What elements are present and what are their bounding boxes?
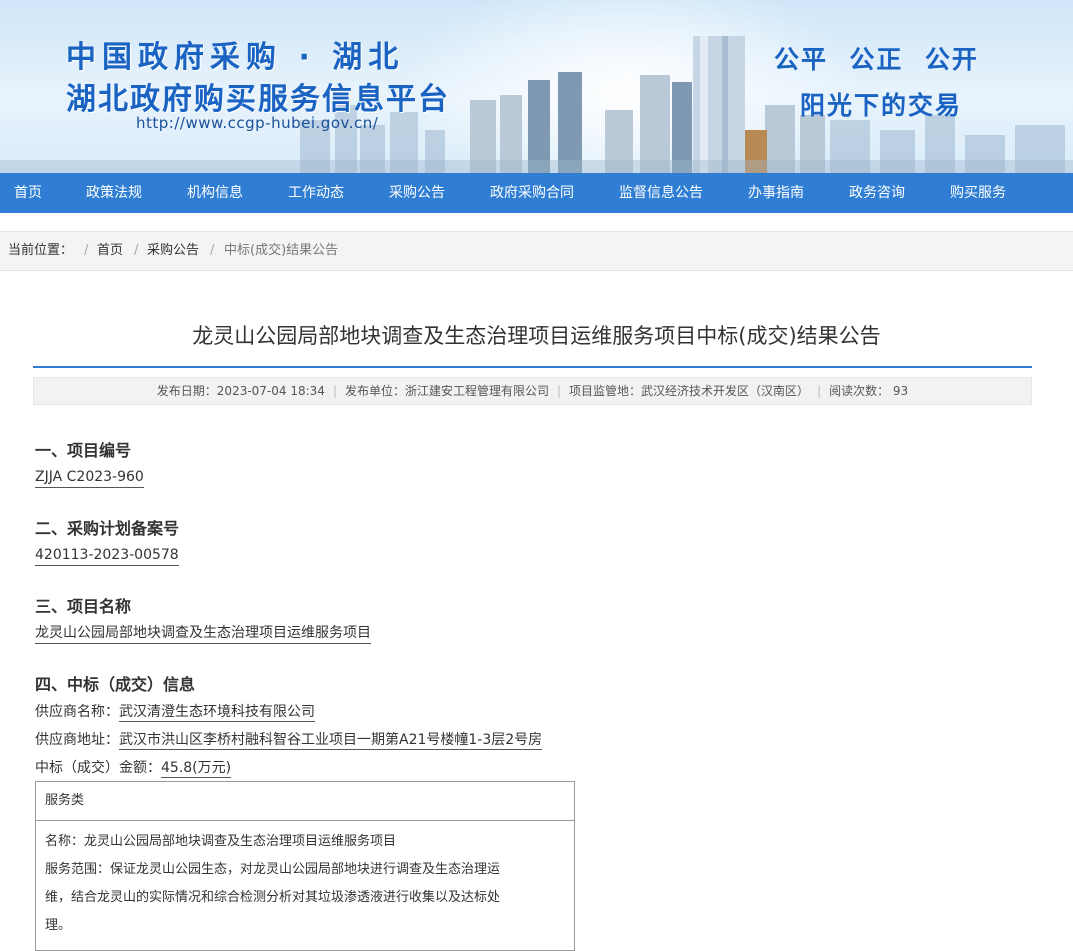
supplier-address-value: 武汉市洪山区李桥村融科智谷工业项目一期第A21号楼幢1-3层2号房 — [119, 732, 543, 750]
section-heading-award-info: 四、中标（成交）信息 — [35, 675, 196, 694]
section-heading-plan-number: 二、采购计划备案号 — [35, 519, 180, 538]
service-name: 名称：龙灵山公园局部地块调查及生态治理项目运维服务项目 — [45, 834, 397, 849]
award-amount-value: 45.8(万元) — [161, 760, 232, 778]
breadcrumb-item-current: 中标(成交)结果公告 — [224, 243, 339, 258]
nav-item-agency[interactable]: 机构信息 — [187, 173, 243, 213]
breadcrumb-label: 当前位置： — [8, 243, 74, 258]
breadcrumb: 当前位置： / 首页 / 采购公告 / 中标(成交)结果公告 — [0, 231, 1073, 271]
supplier-address-label: 供应商地址： — [35, 732, 119, 748]
banner-title-line2: 湖北政府购买服务信息平台 — [66, 82, 450, 117]
meta-separator: | — [817, 384, 822, 398]
breadcrumb-separator: / — [134, 243, 139, 258]
project-name-value: 龙灵山公园局部地块调查及生态治理项目运维服务项目 — [35, 624, 371, 644]
breadcrumb-separator: / — [84, 243, 89, 258]
service-table-body: 名称：龙灵山公园局部地块调查及生态治理项目运维服务项目 服务范围：保证龙灵山公园… — [36, 821, 574, 947]
supplier-address-row: 供应商地址：武汉市洪山区李桥村融科智谷工业项目一期第A21号楼幢1-3层2号房 — [35, 731, 543, 750]
plan-number-value: 420113-2023-00578 — [35, 546, 179, 566]
breadcrumb-item-home[interactable]: 首页 — [97, 232, 123, 270]
article-meta-bar: 发布日期：2023-07-04 18:34 | 发布单位：浙江建安工程管理有限公司 |… — [33, 377, 1032, 405]
nav-item-supervision[interactable]: 监督信息公告 — [619, 173, 703, 213]
service-table-header: 服务类 — [36, 782, 574, 821]
meta-publish-date: 发布日期：2023-07-04 18:34 — [156, 384, 325, 398]
banner-title-line1: 中国政府采购 · 湖北 — [66, 40, 405, 75]
supplier-name-label: 供应商名称： — [35, 704, 119, 720]
nav-item-consult[interactable]: 政务咨询 — [849, 173, 905, 213]
article-title: 龙灵山公园局部地块调查及生态治理项目运维服务项目中标(成交)结果公告 — [192, 324, 881, 348]
nav-item-contracts[interactable]: 政府采购合同 — [490, 173, 574, 213]
supplier-name-value: 武汉清澄生态环境科技有限公司 — [119, 704, 315, 722]
nav-item-work-news[interactable]: 工作动态 — [288, 173, 344, 213]
banner-url: http://www.ccgp-hubei.gov.cn/ — [136, 114, 379, 132]
meta-publisher: 发布单位：浙江建安工程管理有限公司 — [344, 384, 549, 398]
nav-item-home[interactable]: 首页 — [14, 173, 42, 213]
service-scope-line: 维，结合龙灵山的实际情况和综合检测分析对其垃圾渗透液进行收集以及达标处 — [45, 890, 501, 905]
section-heading-project-number: 一、项目编号 — [35, 441, 132, 460]
service-detail-table: 服务类 名称：龙灵山公园局部地块调查及生态治理项目运维服务项目 服务范围：保证龙… — [35, 781, 575, 951]
supplier-name-row: 供应商名称：武汉清澄生态环境科技有限公司 — [35, 703, 315, 722]
main-nav: 首页 政策法规 机构信息 工作动态 采购公告 政府采购合同 监督信息公告 办事指… — [0, 173, 1073, 213]
nav-item-guide[interactable]: 办事指南 — [748, 173, 804, 213]
nav-item-purchase-services[interactable]: 购买服务 — [950, 173, 1006, 213]
nav-item-procurement-notices[interactable]: 采购公告 — [389, 173, 445, 213]
nav-item-policy[interactable]: 政策法规 — [86, 173, 142, 213]
service-scope-line: 服务范围：保证龙灵山公园生态，对龙灵山公园局部地块进行调查及生态治理运 — [45, 862, 501, 877]
meta-separator: | — [332, 384, 337, 398]
title-divider — [33, 366, 1032, 368]
meta-supervision: 项目监管地：武汉经济技术开发区（汉南区） — [569, 384, 810, 398]
site-banner: 中国政府采购 · 湖北 湖北政府购买服务信息平台 http://www.ccgp… — [0, 0, 1073, 173]
meta-views: 阅读次数： 93 — [829, 384, 909, 398]
banner-slogan-line1: 公平 公正 公开 — [774, 45, 979, 74]
award-amount-label: 中标（成交）金额： — [35, 760, 161, 776]
meta-separator: | — [557, 384, 562, 398]
section-heading-project-name: 三、项目名称 — [35, 597, 132, 616]
award-amount-row: 中标（成交）金额：45.8(万元) — [35, 759, 232, 778]
banner-slogan-line2: 阳光下的交易 — [800, 91, 963, 120]
project-number-value: ZJJA C2023-960 — [35, 468, 144, 488]
breadcrumb-separator: / — [210, 243, 215, 258]
breadcrumb-item-notices[interactable]: 采购公告 — [147, 232, 199, 270]
